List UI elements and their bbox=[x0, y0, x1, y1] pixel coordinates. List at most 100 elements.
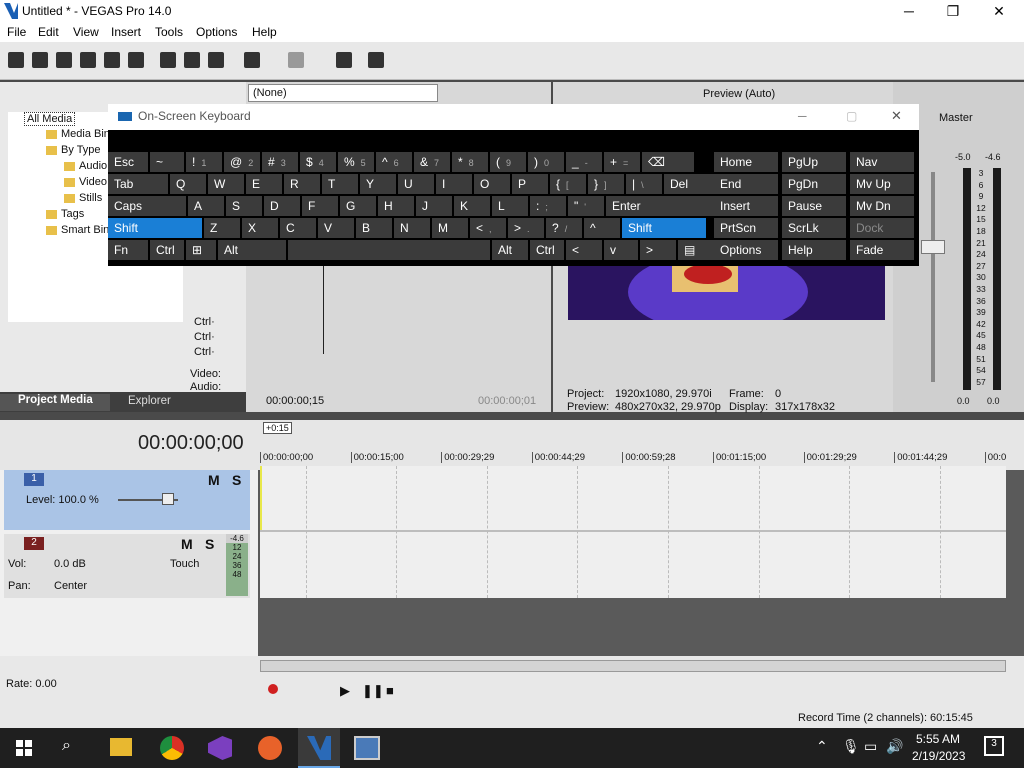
save-icon[interactable] bbox=[56, 52, 72, 68]
osk-key[interactable]: A bbox=[188, 196, 224, 216]
osk-key[interactable]: V bbox=[318, 218, 354, 238]
osk-key[interactable]: >. bbox=[508, 218, 544, 238]
help-icon[interactable] bbox=[368, 52, 384, 68]
osk-maximize-button[interactable]: ▢ bbox=[846, 109, 857, 123]
osk-key[interactable]: P bbox=[512, 174, 548, 194]
cut-icon[interactable] bbox=[160, 52, 176, 68]
osk-key[interactable]: Enter bbox=[606, 196, 714, 216]
master-fader-handle[interactable] bbox=[921, 240, 945, 254]
track2-mute-button[interactable]: M bbox=[181, 536, 193, 552]
copy-icon[interactable] bbox=[184, 52, 200, 68]
osk-key[interactable]: ⌫ bbox=[642, 152, 694, 172]
osk-key[interactable]: <, bbox=[470, 218, 506, 238]
osk-key[interactable]: ^ bbox=[584, 218, 620, 238]
undo-icon[interactable] bbox=[244, 52, 260, 68]
pause-button[interactable]: ❚❚ bbox=[362, 683, 384, 699]
osk-key[interactable]: $4 bbox=[300, 152, 336, 172]
osk-key[interactable]: ? / bbox=[546, 218, 582, 238]
menu-insert[interactable]: Insert bbox=[111, 25, 141, 39]
osk-key[interactable]: @2 bbox=[224, 152, 260, 172]
osk-key[interactable]: C bbox=[280, 218, 316, 238]
osk-nav-key[interactable]: End bbox=[714, 174, 778, 194]
osk-nav-key[interactable]: Pause bbox=[782, 196, 846, 216]
osk-key[interactable]: _ - bbox=[566, 152, 602, 172]
osk-nav-key[interactable]: Fade bbox=[850, 240, 914, 260]
network-icon[interactable]: ▭ bbox=[864, 738, 877, 755]
osk-key[interactable]: L bbox=[492, 196, 528, 216]
tree-item-audio[interactable]: Audio bbox=[64, 160, 107, 172]
menu-tools[interactable]: Tools bbox=[155, 25, 183, 39]
properties-icon[interactable] bbox=[128, 52, 144, 68]
osk-nav-key[interactable]: Help bbox=[782, 240, 846, 260]
osk-nav-key[interactable]: Options bbox=[714, 240, 778, 260]
volume-icon[interactable]: 🔊 bbox=[886, 738, 903, 755]
redo-icon[interactable] bbox=[288, 52, 304, 68]
osk-key[interactable]: W bbox=[208, 174, 244, 194]
stop-button[interactable]: ■ bbox=[386, 683, 394, 698]
save-as-icon[interactable] bbox=[80, 52, 96, 68]
osk-key[interactable]: v bbox=[604, 240, 638, 260]
tab-explorer[interactable]: Explorer bbox=[128, 395, 171, 407]
osk-key[interactable]: * 8 bbox=[452, 152, 488, 172]
osk-key[interactable]: > bbox=[640, 240, 676, 260]
tree-item-video[interactable]: Video bbox=[64, 176, 107, 188]
osk-key[interactable]: < bbox=[566, 240, 602, 260]
osk-key[interactable]: Alt bbox=[218, 240, 286, 260]
tab-project-media[interactable]: Project Media bbox=[0, 394, 110, 411]
osk-nav-key[interactable]: PgDn bbox=[782, 174, 846, 194]
osk-key[interactable]: ▤ bbox=[678, 240, 714, 260]
osk-key[interactable]: E bbox=[246, 174, 282, 194]
osk-key[interactable] bbox=[288, 240, 490, 260]
timeline-ruler[interactable]: 00:00:00;00 00:00:15;00 00:00:29;29 00:00:4… bbox=[260, 452, 1006, 466]
osk-key[interactable]: Del bbox=[664, 174, 720, 194]
tree-item-by-type[interactable]: By Type bbox=[46, 144, 101, 156]
osk-key[interactable]: Tab bbox=[108, 174, 168, 194]
menu-options[interactable]: Options bbox=[196, 25, 237, 39]
tree-item-all-media[interactable]: All Media bbox=[24, 112, 76, 126]
vegas-taskbar-button[interactable] bbox=[298, 728, 340, 768]
play-button[interactable]: ▶ bbox=[340, 683, 350, 699]
effects-icon[interactable] bbox=[336, 52, 352, 68]
osk-key[interactable]: B bbox=[356, 218, 392, 238]
osk-key[interactable]: X bbox=[242, 218, 278, 238]
tree-item-stills[interactable]: Stills bbox=[64, 192, 102, 204]
osk-key[interactable]: Z bbox=[204, 218, 240, 238]
osk-nav-key[interactable]: Insert bbox=[714, 196, 778, 216]
touch-dropdown[interactable]: Touch bbox=[170, 558, 199, 570]
menu-edit[interactable]: Edit bbox=[38, 25, 59, 39]
osk-key[interactable]: & 7 bbox=[414, 152, 450, 172]
render-icon[interactable] bbox=[104, 52, 120, 68]
osk-nav-key[interactable]: Mv Dn bbox=[850, 196, 914, 216]
osk-key[interactable]: ⊞ bbox=[186, 240, 216, 260]
osk-nav-key[interactable]: ScrLk bbox=[782, 218, 846, 238]
osk-key[interactable]: H bbox=[378, 196, 414, 216]
osk-key[interactable]: :; bbox=[530, 196, 566, 216]
track1-solo-button[interactable]: S bbox=[232, 472, 241, 488]
firefox-icon[interactable] bbox=[258, 736, 282, 760]
visual-studio-icon[interactable] bbox=[208, 736, 232, 760]
clock-date[interactable]: 2/19/2023 bbox=[912, 749, 965, 763]
file-explorer-icon[interactable] bbox=[110, 738, 132, 756]
record-button[interactable] bbox=[268, 684, 278, 694]
chevron-up-icon[interactable]: ⌃ bbox=[816, 738, 828, 755]
preview-mode-dropdown[interactable]: Preview (Auto) bbox=[703, 88, 775, 100]
osk-key[interactable]: ) 0 bbox=[528, 152, 564, 172]
osk-key[interactable]: Ctrl bbox=[150, 240, 184, 260]
keyboard-app-icon[interactable] bbox=[354, 736, 380, 760]
osk-key[interactable]: J bbox=[416, 196, 452, 216]
tree-item-media-bins[interactable]: Media Bins bbox=[46, 128, 115, 140]
timeline-scrollbar[interactable] bbox=[260, 660, 1006, 672]
track1-mute-button[interactable]: M bbox=[208, 472, 220, 488]
paste-icon[interactable] bbox=[208, 52, 224, 68]
osk-close-button[interactable]: ✕ bbox=[891, 108, 902, 124]
osk-key[interactable]: R bbox=[284, 174, 320, 194]
osk-key[interactable]: S bbox=[226, 196, 262, 216]
osk-key[interactable]: % 5 bbox=[338, 152, 374, 172]
osk-key[interactable]: ~ bbox=[150, 152, 184, 172]
osk-nav-key[interactable]: Nav bbox=[850, 152, 914, 172]
osk-key[interactable]: Fn bbox=[108, 240, 148, 260]
audio-track-header[interactable]: 2 Vol: 0.0 dB Pan: Center Touch M S -4.6… bbox=[4, 534, 250, 598]
osk-key[interactable]: Alt bbox=[492, 240, 528, 260]
clock-time[interactable]: 5:55 AM bbox=[916, 732, 960, 746]
microphone-icon[interactable]: 🎙 bbox=[842, 738, 860, 755]
